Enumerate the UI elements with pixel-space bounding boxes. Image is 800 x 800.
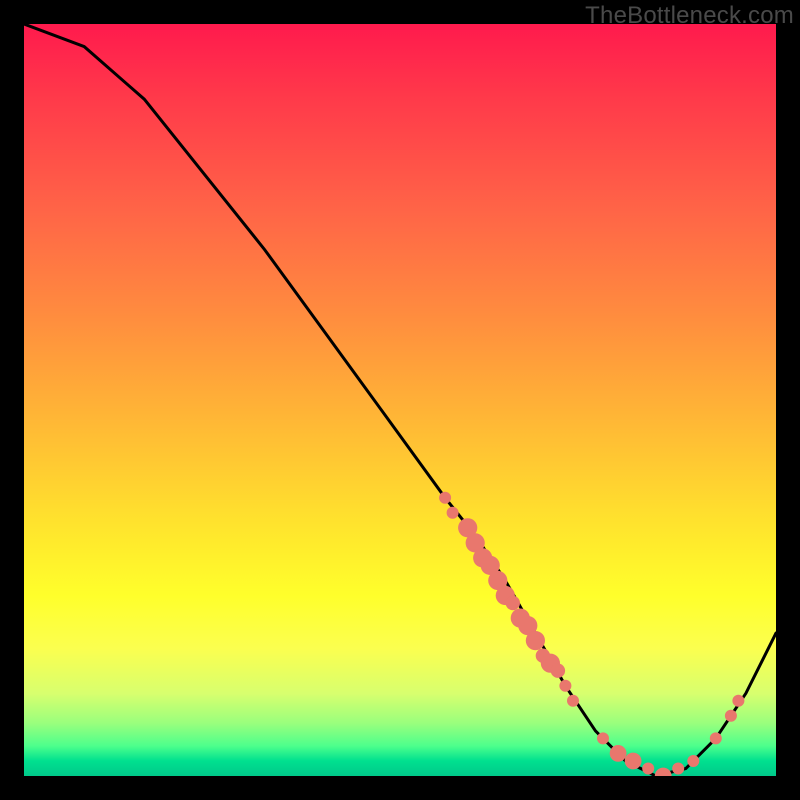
curve-marker bbox=[473, 548, 492, 567]
curve-marker bbox=[625, 753, 642, 770]
curve-marker bbox=[458, 518, 477, 537]
curve-marker bbox=[481, 556, 500, 575]
chart-svg bbox=[24, 24, 776, 776]
curve-marker bbox=[642, 763, 654, 775]
curve-marker bbox=[511, 609, 530, 628]
chart-canvas bbox=[24, 24, 776, 776]
curve-markers bbox=[439, 492, 744, 776]
curve-marker bbox=[526, 631, 545, 650]
curve-marker bbox=[518, 616, 537, 635]
watermark-text: TheBottleneck.com bbox=[585, 2, 794, 30]
curve-marker bbox=[541, 654, 560, 673]
curve-marker bbox=[536, 649, 550, 663]
curve-marker bbox=[496, 586, 515, 605]
curve-marker bbox=[732, 695, 744, 707]
curve-marker bbox=[551, 664, 565, 678]
curve-marker bbox=[710, 732, 722, 744]
curve-marker bbox=[597, 732, 609, 744]
curve-marker bbox=[447, 507, 459, 519]
curve-marker bbox=[725, 710, 737, 722]
curve-marker bbox=[610, 745, 627, 762]
curve-marker bbox=[488, 571, 507, 590]
curve-marker bbox=[506, 596, 520, 610]
bottleneck-curve bbox=[24, 24, 776, 776]
curve-marker bbox=[687, 755, 699, 767]
curve-marker bbox=[439, 492, 451, 504]
curve-marker bbox=[655, 768, 672, 776]
curve-marker bbox=[559, 680, 571, 692]
curve-marker bbox=[466, 533, 485, 552]
curve-marker bbox=[567, 695, 579, 707]
curve-marker bbox=[672, 763, 684, 775]
